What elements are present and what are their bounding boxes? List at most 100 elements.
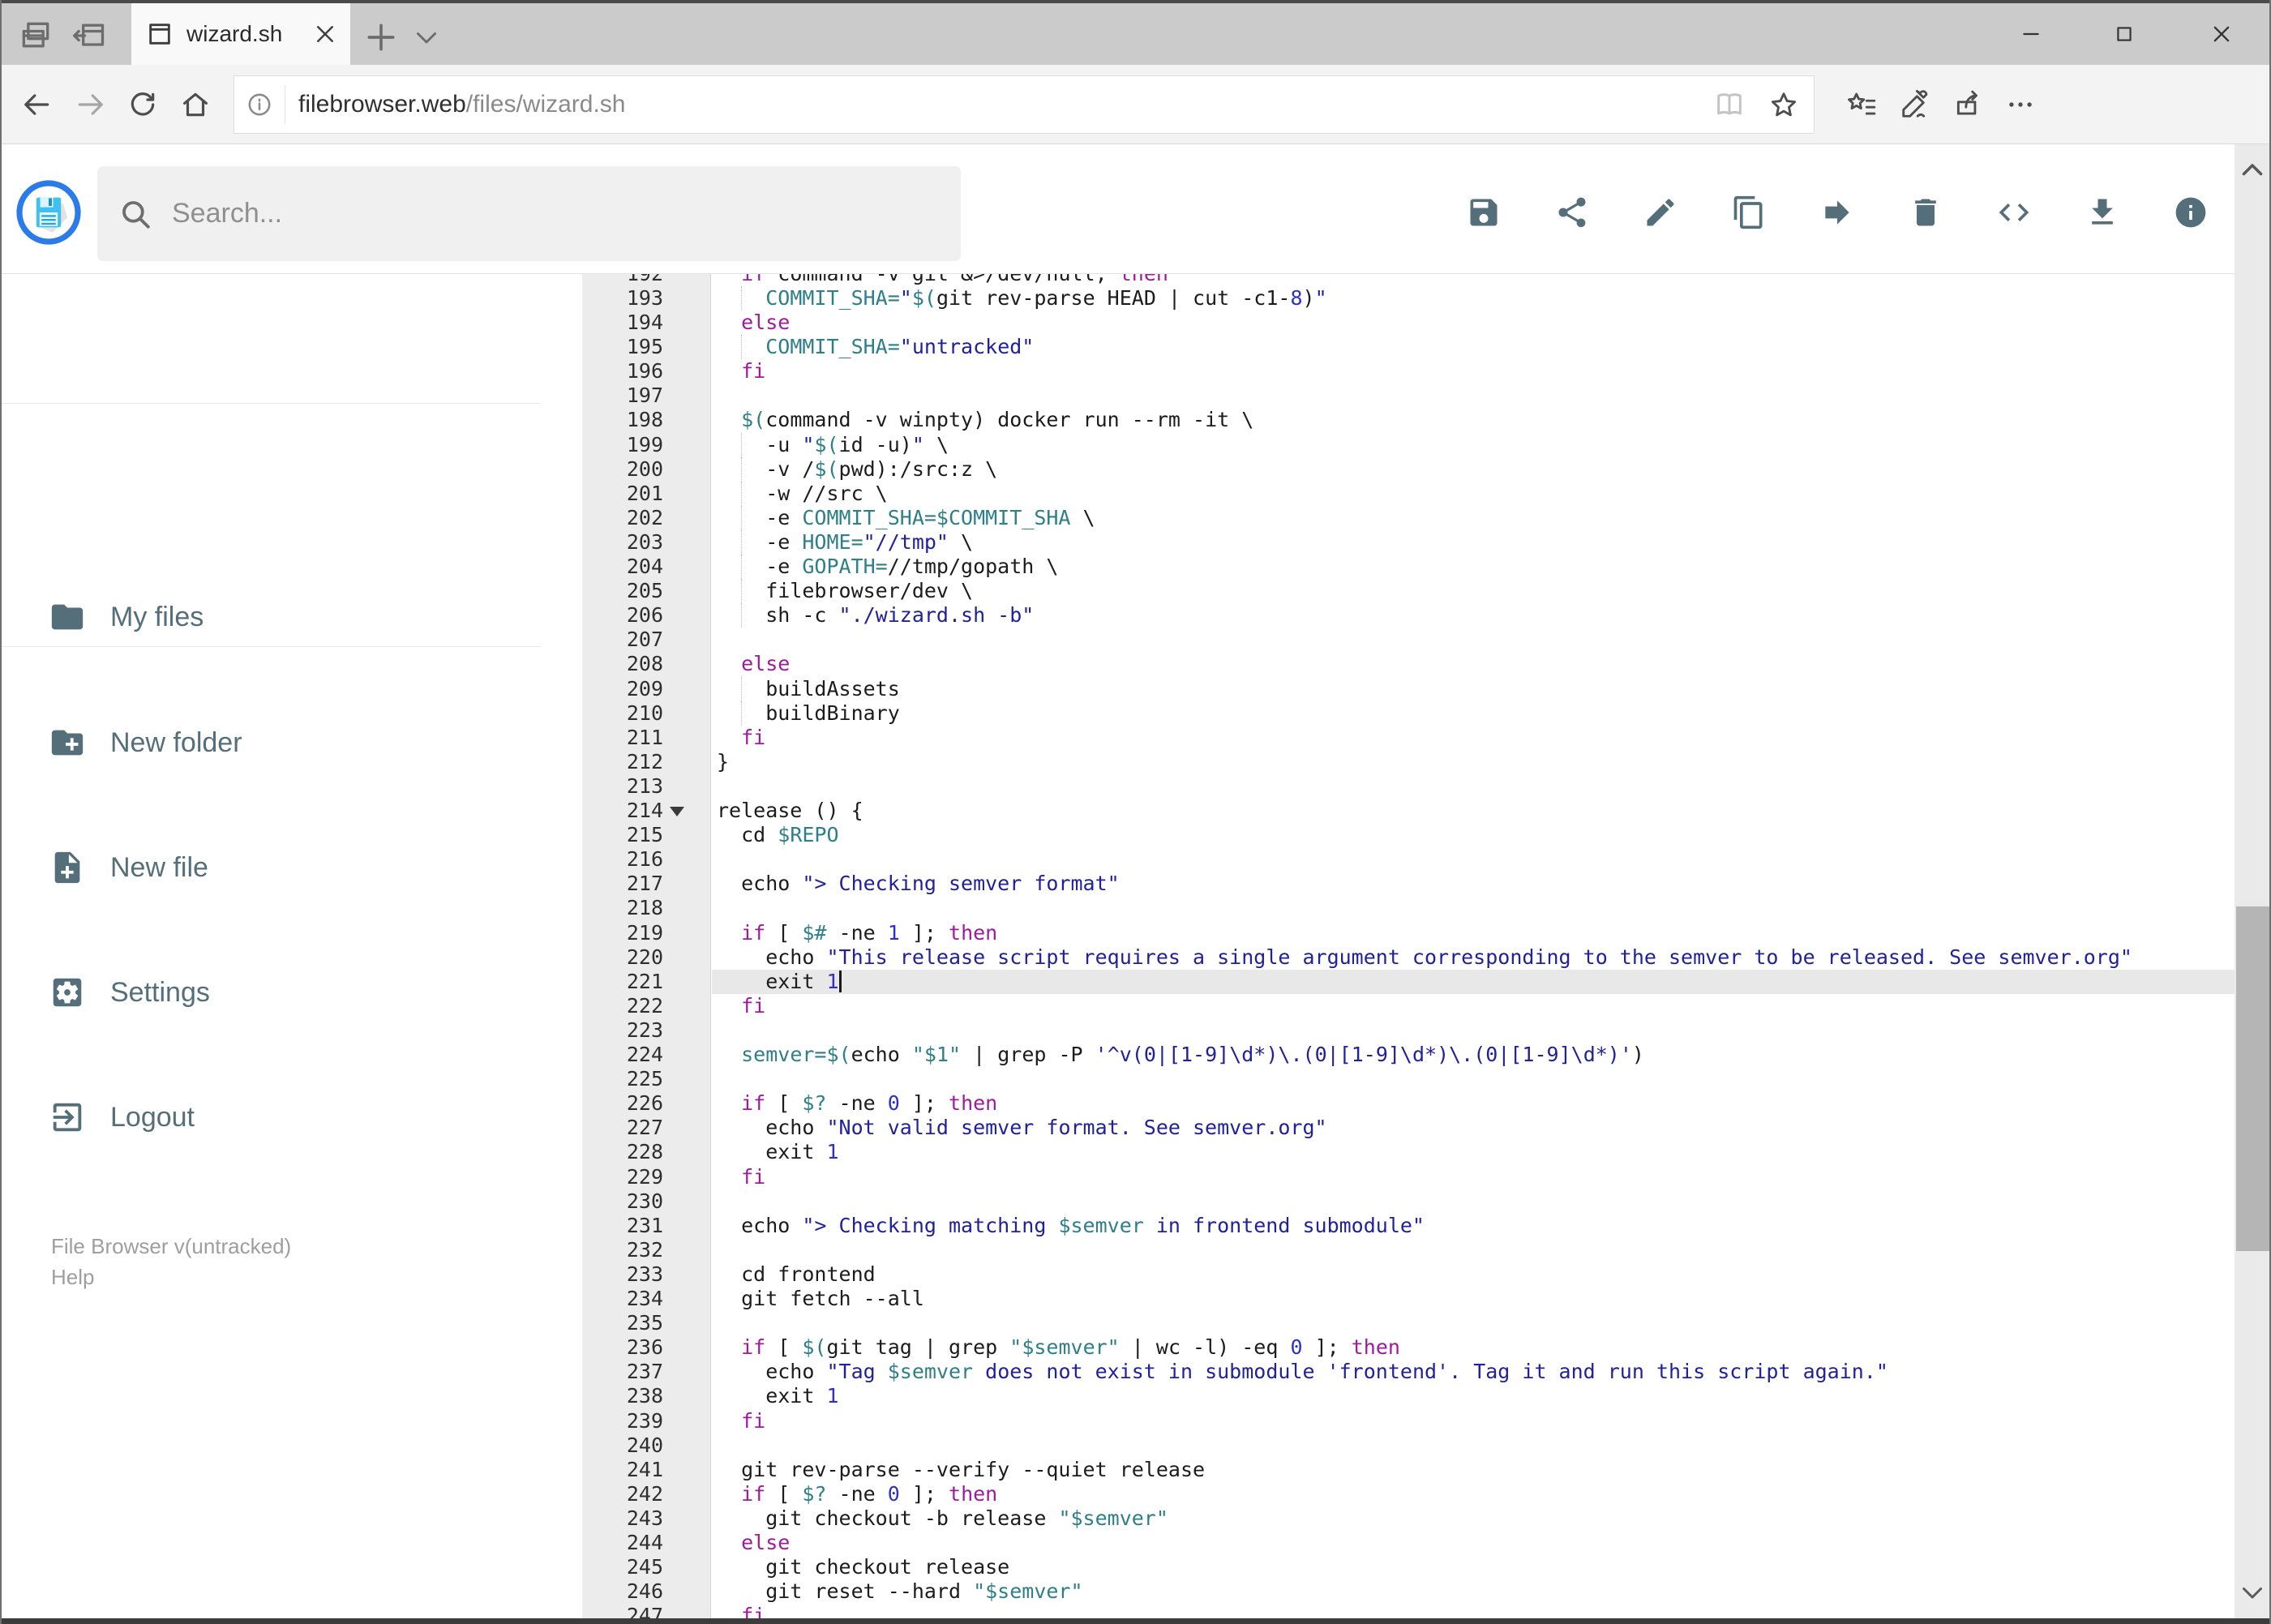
tab-list-chevron-icon[interactable] xyxy=(412,23,441,52)
line-number: 193 xyxy=(626,285,663,310)
code-line[interactable]: else xyxy=(717,1531,790,1555)
move-icon[interactable] xyxy=(1819,195,1855,230)
code-line[interactable]: git checkout -b release "$semver" xyxy=(717,1506,1168,1531)
tab-wizard-sh[interactable]: wizard.sh xyxy=(131,3,350,65)
code-line[interactable]: -v /$(pwd):/src:z \ xyxy=(717,457,997,482)
share-page-icon[interactable] xyxy=(1953,89,1984,120)
code-line[interactable]: filebrowser/dev \ xyxy=(717,579,973,603)
favorite-star-icon[interactable] xyxy=(1768,89,1799,120)
forward-button[interactable] xyxy=(75,89,105,120)
code-line[interactable]: -e HOME="//tmp" \ xyxy=(717,530,973,555)
search-input[interactable]: Search... xyxy=(97,166,961,261)
minimize-button[interactable] xyxy=(1999,18,2063,50)
search-placeholder: Search... xyxy=(172,198,283,229)
sidebar-item-new-folder[interactable]: New folder xyxy=(2,706,569,779)
code-token: $? xyxy=(802,1091,827,1116)
back-button[interactable] xyxy=(22,89,53,120)
share-icon[interactable] xyxy=(1554,195,1590,230)
sidebar-item-logout[interactable]: Logout xyxy=(2,1081,569,1154)
filebrowser-logo[interactable] xyxy=(16,180,81,245)
copy-icon[interactable] xyxy=(1731,195,1767,230)
tab-preview-icon[interactable] xyxy=(18,18,54,54)
info-icon[interactable] xyxy=(2173,195,2209,230)
site-info-icon[interactable] xyxy=(246,91,273,118)
code-line[interactable]: else xyxy=(717,311,790,335)
rename-icon[interactable] xyxy=(1643,195,1678,230)
refresh-button[interactable] xyxy=(127,89,158,120)
code-line[interactable]: exit 1 xyxy=(717,970,838,994)
sidebar-item-my-files[interactable]: My files xyxy=(2,581,569,653)
code-line[interactable]: sh -c "./wizard.sh -b" xyxy=(717,603,1034,628)
code-line[interactable]: fi xyxy=(717,726,765,750)
code-line[interactable]: git fetch --all xyxy=(717,1287,924,1311)
code-line[interactable]: if [ $? -ne 0 ]; then xyxy=(717,1482,997,1506)
code-editor[interactable]: 1921931941951961971981992002012022032042… xyxy=(582,274,2235,1618)
code-line[interactable]: echo "This release script requires a sin… xyxy=(717,945,2132,970)
code-line[interactable]: buildAssets xyxy=(717,677,900,701)
hub-favorites-icon[interactable] xyxy=(1846,89,1877,120)
annotate-pen-icon[interactable] xyxy=(1900,89,1930,120)
code-line[interactable]: COMMIT_SHA="$(git rev-parse HEAD | cut -… xyxy=(717,286,1326,311)
maximize-button[interactable] xyxy=(2093,18,2156,50)
code-line[interactable]: -e GOPATH=//tmp/gopath \ xyxy=(717,555,1058,579)
delete-icon[interactable] xyxy=(1908,195,1943,230)
code-line[interactable]: } xyxy=(717,750,729,774)
code-line[interactable]: cd $REPO xyxy=(717,823,838,847)
scrollbar-thumb[interactable] xyxy=(2236,906,2269,1251)
code-line[interactable]: COMMIT_SHA="untracked" xyxy=(717,335,1034,359)
code-line[interactable]: release () { xyxy=(717,799,863,823)
address-bar[interactable]: filebrowser.web/files/wizard.sh xyxy=(234,75,1815,134)
code-line[interactable]: fi xyxy=(717,1165,765,1189)
set-tabs-aside-icon[interactable] xyxy=(71,18,107,54)
code-token: then xyxy=(1120,274,1168,285)
code-line[interactable]: if command -v git &>/dev/null; then xyxy=(717,274,1168,286)
download-icon[interactable] xyxy=(2085,195,2120,230)
code-line[interactable]: else xyxy=(717,652,790,676)
home-button[interactable] xyxy=(180,89,211,120)
reading-view-icon[interactable] xyxy=(1713,88,1746,121)
code-token: ]; xyxy=(899,1481,949,1506)
scroll-down-icon[interactable] xyxy=(2238,1578,2267,1607)
url-text[interactable]: filebrowser.web/files/wizard.sh xyxy=(298,91,1713,118)
sidebar-item-settings[interactable]: Settings xyxy=(2,956,569,1029)
code-line[interactable]: -w //src \ xyxy=(717,482,888,506)
close-window-button[interactable] xyxy=(2190,18,2253,50)
fold-marker-icon[interactable] xyxy=(670,807,684,816)
close-icon xyxy=(2210,23,2233,45)
code-line[interactable]: git reset --hard "$semver" xyxy=(717,1579,1082,1604)
more-options-icon[interactable] xyxy=(2005,89,2036,120)
source-code-icon[interactable] xyxy=(1996,195,2032,230)
code-line[interactable]: echo "> Checking matching $semver in fro… xyxy=(717,1214,1425,1238)
new-tab-button[interactable] xyxy=(363,19,399,55)
help-link[interactable]: Help xyxy=(51,1265,94,1290)
code-line[interactable]: git rev-parse --verify --quiet release xyxy=(717,1458,1205,1482)
vertical-scrollbar[interactable] xyxy=(2235,144,2271,1618)
code-line[interactable]: fi xyxy=(717,1604,765,1618)
code-line[interactable]: echo "Not valid semver format. See semve… xyxy=(717,1116,1326,1140)
code-line[interactable]: exit 1 xyxy=(717,1384,838,1408)
code-line[interactable]: exit 1 xyxy=(717,1140,838,1164)
code-line[interactable]: fi xyxy=(717,359,765,384)
code-line[interactable]: buildBinary xyxy=(717,701,900,726)
app-version-link[interactable]: File Browser v(untracked) xyxy=(51,1234,291,1259)
code-line[interactable]: cd frontend xyxy=(717,1262,876,1287)
code-line[interactable]: -e COMMIT_SHA=$COMMIT_SHA \ xyxy=(717,506,1095,530)
code-line[interactable]: semver=$(echo "$1" | grep -P '^v(0|[1-9]… xyxy=(717,1043,1644,1067)
save-icon[interactable] xyxy=(1466,195,1502,230)
code-line[interactable]: -u "$(id -u)" \ xyxy=(717,433,949,457)
code-line[interactable]: git checkout release xyxy=(717,1555,1009,1579)
code-line[interactable]: echo "Tag $semver does not exist in subm… xyxy=(717,1360,1888,1384)
code-line[interactable]: echo "> Checking semver format" xyxy=(717,872,1120,896)
code-line[interactable]: $(command -v winpty) docker run --rm -it… xyxy=(717,408,1253,432)
code-line[interactable]: if [ $? -ne 0 ]; then xyxy=(717,1091,997,1116)
sidebar-item-new-file[interactable]: New file xyxy=(2,831,569,904)
code-line[interactable]: fi xyxy=(717,994,765,1018)
code-line[interactable]: if [ $# -ne 1 ]; then xyxy=(717,921,997,945)
code-line[interactable]: if [ $(git tag | grep "$semver" | wc -l)… xyxy=(717,1335,1400,1360)
code-line[interactable]: fi xyxy=(717,1409,765,1433)
scroll-up-icon[interactable] xyxy=(2238,156,2267,185)
tab-close-icon[interactable] xyxy=(313,22,337,46)
